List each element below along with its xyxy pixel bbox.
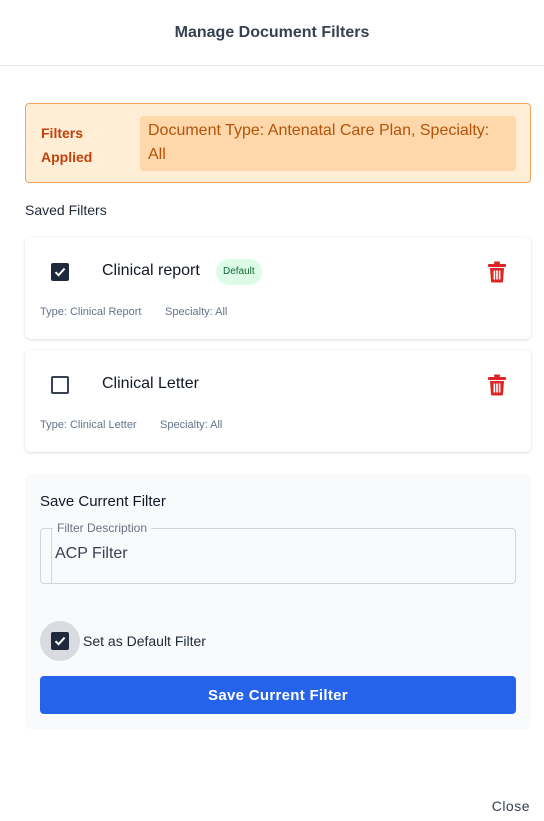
filter-description-label: Filter Description	[53, 521, 152, 535]
filters-applied-label-line2: Applied	[41, 149, 93, 165]
filter-specialty: Specialty: All	[165, 306, 228, 318]
filter-type: Type: Clinical Report	[40, 306, 142, 318]
save-filter-heading: Save Current Filter	[40, 493, 166, 510]
delete-filter-button[interactable]	[487, 261, 507, 283]
saved-filter-name: Clinical report	[102, 262, 200, 279]
filters-applied-label: Filters Applied	[41, 121, 131, 169]
filter-description-input[interactable]	[55, 545, 495, 563]
saved-filters-heading: Saved Filters	[25, 202, 107, 218]
saved-filter-name: Clinical Letter	[102, 375, 199, 392]
saved-filter-checkbox[interactable]	[51, 376, 69, 394]
filter-specialty: Specialty: All	[160, 419, 223, 431]
close-button[interactable]: Close	[492, 798, 530, 814]
default-filter-label[interactable]: Set as Default Filter	[83, 633, 206, 649]
default-filter-checkbox[interactable]	[51, 632, 69, 650]
filter-description-field[interactable]: Filter Description	[40, 521, 516, 584]
dialog-header: Manage Document Filters	[0, 0, 544, 66]
filter-type: Type: Clinical Letter	[40, 419, 137, 431]
saved-filter-card: Clinical report Default Type: Clinical R…	[25, 237, 531, 339]
save-current-filter-button[interactable]: Save Current Filter	[40, 676, 516, 714]
checkmark-icon	[54, 267, 66, 277]
saved-filter-checkbox[interactable]	[51, 263, 69, 281]
default-badge: Default	[216, 259, 262, 285]
save-filter-panel: Save Current Filter Filter Description S…	[25, 474, 531, 729]
trash-icon	[488, 374, 506, 396]
trash-icon	[488, 261, 506, 283]
saved-filter-card: Clinical Letter Type: Clinical Letter Sp…	[25, 350, 531, 452]
default-filter-checkbox-wrap[interactable]	[40, 621, 80, 661]
dialog-title: Manage Document Filters	[174, 23, 370, 41]
filters-applied-label-line1: Filters	[41, 125, 84, 141]
delete-filter-button[interactable]	[487, 374, 507, 396]
checkmark-icon	[54, 636, 66, 646]
field-edge-divider	[51, 529, 52, 583]
filters-applied-banner: Filters Applied Document Type: Antenatal…	[25, 103, 531, 183]
filters-applied-values: Document Type: Antenatal Care Plan, Spec…	[140, 116, 516, 171]
